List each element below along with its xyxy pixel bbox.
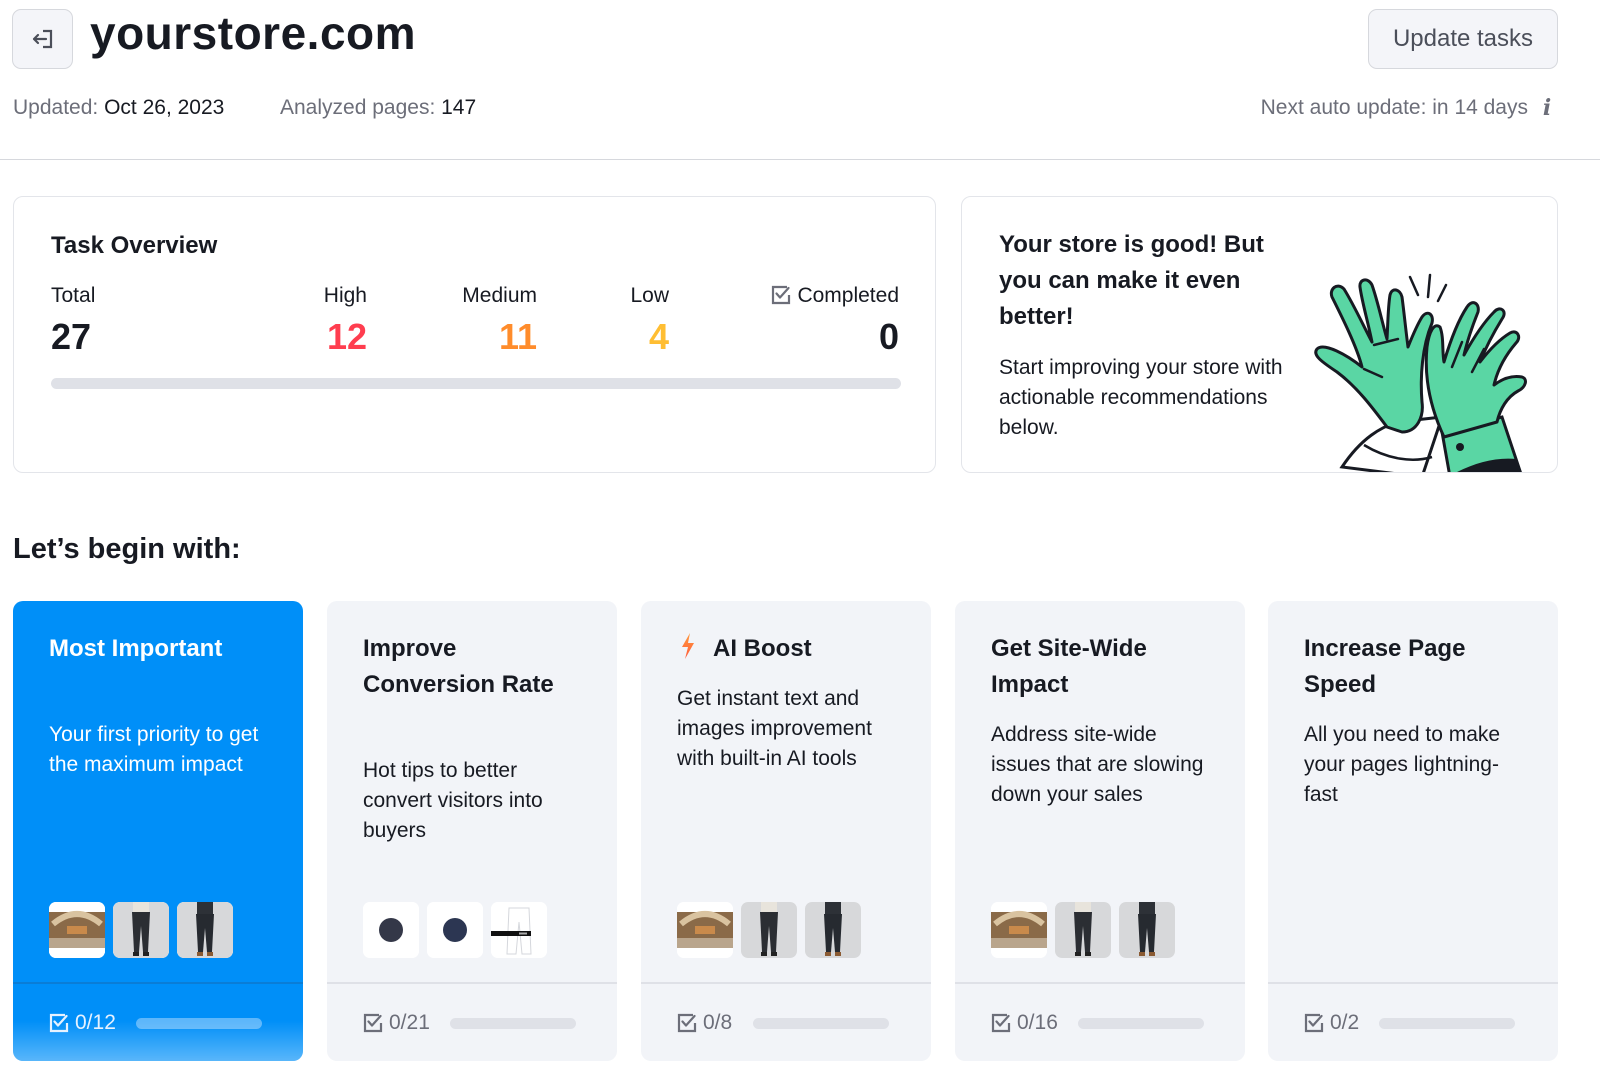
tile-description: Your first priority to get the maximum i… xyxy=(49,723,259,776)
tile-progress-bar xyxy=(136,1017,262,1029)
updated-label: Updated: xyxy=(13,96,99,119)
stat-high[interactable]: High 12 xyxy=(324,284,367,358)
tile-ai-boost[interactable]: AI Boost Get instant text and images imp… xyxy=(641,601,931,1061)
jeans-model-thumb xyxy=(1119,902,1175,958)
stat-medium-label: Medium xyxy=(462,284,537,307)
tile-count: 0/21 xyxy=(389,1011,430,1034)
tile-title: Improve Conversion Rate xyxy=(363,635,554,698)
page-header: yourstore.com Update tasks Updated: Oct … xyxy=(0,0,1600,160)
tile-divider xyxy=(1268,982,1558,984)
overview-progress-bar xyxy=(51,378,901,389)
tile-title: Most Important xyxy=(49,635,223,662)
task-overview-title: Task Overview xyxy=(51,232,218,259)
tile-title-row: AI Boost xyxy=(677,631,897,667)
jeans-model-thumb xyxy=(177,902,233,958)
store-interior-thumb xyxy=(677,902,733,958)
tile-thumbnails xyxy=(991,902,1175,958)
tile-site-wide-impact[interactable]: Get Site-Wide Impact Address site-wide i… xyxy=(955,601,1245,1061)
tile-description: Hot tips to better convert visitors into… xyxy=(363,759,543,842)
analyzed-label: Analyzed pages: xyxy=(280,96,436,119)
tile-divider xyxy=(327,982,617,984)
stat-low[interactable]: Low 4 xyxy=(630,284,669,358)
tile-progress-bar xyxy=(1078,1017,1204,1029)
task-overview-card: Task Overview Total 27 High 12 Medium 11… xyxy=(13,196,936,473)
checkbox-checked-icon xyxy=(677,1013,697,1033)
tile-most-important[interactable]: Most Important Your first priority to ge… xyxy=(13,601,303,1061)
section-title: Let’s begin with: xyxy=(13,533,241,565)
navy-circle-swatch-thumb xyxy=(427,902,483,958)
jeans-front-thumb xyxy=(1055,902,1111,958)
tile-progress: 0/8 xyxy=(677,1011,889,1035)
tile-description: All you need to make your pages lightnin… xyxy=(1304,723,1501,806)
lightning-bolt-icon xyxy=(682,633,694,659)
tile-count: 0/2 xyxy=(1330,1011,1360,1034)
tile-progress-bar xyxy=(753,1017,889,1029)
jeans-model-thumb xyxy=(805,902,861,958)
dark-circle-swatch-thumb xyxy=(363,902,419,958)
stat-low-label: Low xyxy=(630,284,669,307)
promo-title: Your store is good! But you can make it … xyxy=(999,231,1264,330)
updated-date: Updated: Oct 26, 2023 xyxy=(13,96,224,120)
analyzed-value: 147 xyxy=(441,96,477,119)
checkbox-checked-icon xyxy=(991,1013,1011,1033)
tile-thumbnails xyxy=(49,902,233,958)
promo-card: Your store is good! But you can make it … xyxy=(961,196,1558,473)
back-button[interactable] xyxy=(12,9,73,69)
stat-total[interactable]: Total 27 xyxy=(51,284,95,358)
stat-completed-label-row: Completed xyxy=(771,284,899,308)
stat-total-label: Total xyxy=(51,284,96,307)
store-interior-thumb xyxy=(991,902,1047,958)
tile-divider xyxy=(955,982,1245,984)
site-title: yourstore.com xyxy=(90,7,417,59)
pants-sketch-thumb xyxy=(491,902,547,958)
tile-progress: 0/16 xyxy=(991,1011,1204,1035)
stat-low-value: 4 xyxy=(648,316,669,357)
tile-thumbnails xyxy=(363,902,547,958)
stat-high-value: 12 xyxy=(326,316,367,357)
stat-medium[interactable]: Medium 11 xyxy=(462,284,537,358)
exit-arrow-icon xyxy=(32,29,52,49)
next-auto-update: Next auto update: in 14 days xyxy=(1260,96,1528,119)
high-five-hands-illustration xyxy=(1314,273,1527,472)
tile-progress: 0/12 xyxy=(49,1011,262,1035)
tile-thumbnails xyxy=(677,902,861,958)
stat-completed-label: Completed xyxy=(797,284,899,307)
stat-completed-value: 0 xyxy=(878,316,899,357)
tile-progress: 0/21 xyxy=(363,1011,576,1035)
analyzed-pages: Analyzed pages: 147 xyxy=(280,96,476,120)
tile-improve-conversion-rate[interactable]: Improve Conversion Rate Hot tips to bett… xyxy=(327,601,617,1061)
checkbox-checked-icon xyxy=(49,1013,69,1033)
updated-value: Oct 26, 2023 xyxy=(104,96,225,119)
tile-title: Get Site-Wide Impact xyxy=(991,635,1147,698)
tile-count: 0/8 xyxy=(703,1011,733,1034)
checkbox-checked-icon xyxy=(772,285,791,305)
info-icon[interactable]: i xyxy=(1537,95,1557,121)
checkbox-checked-icon xyxy=(1304,1013,1324,1033)
stat-high-label: High xyxy=(323,284,367,307)
tile-title: Increase Page Speed xyxy=(1304,635,1466,698)
tile-description: Get instant text and images improvement … xyxy=(677,687,872,770)
tile-count: 0/12 xyxy=(75,1011,116,1034)
tile-increase-page-speed[interactable]: Increase Page Speed All you need to make… xyxy=(1268,601,1558,1061)
stat-total-value: 27 xyxy=(51,316,92,357)
tile-divider xyxy=(641,982,931,984)
stat-medium-value: 11 xyxy=(498,316,537,357)
tile-description: Address site-wide issues that are slowin… xyxy=(991,723,1204,806)
jeans-front-thumb xyxy=(113,902,169,958)
update-tasks-button[interactable]: Update tasks xyxy=(1368,9,1558,69)
stat-completed[interactable]: Completed 0 xyxy=(771,284,899,358)
tile-divider xyxy=(13,982,303,984)
checkbox-checked-icon xyxy=(363,1013,383,1033)
jeans-front-thumb xyxy=(741,902,797,958)
tile-count: 0/16 xyxy=(1017,1011,1058,1034)
promo-text: Start improving your store with actionab… xyxy=(999,356,1283,439)
tile-progress: 0/2 xyxy=(1304,1011,1515,1035)
store-interior-thumb xyxy=(49,902,105,958)
tile-progress-bar xyxy=(1379,1017,1515,1029)
tile-title: AI Boost xyxy=(713,635,812,662)
tile-progress-bar xyxy=(450,1017,576,1029)
